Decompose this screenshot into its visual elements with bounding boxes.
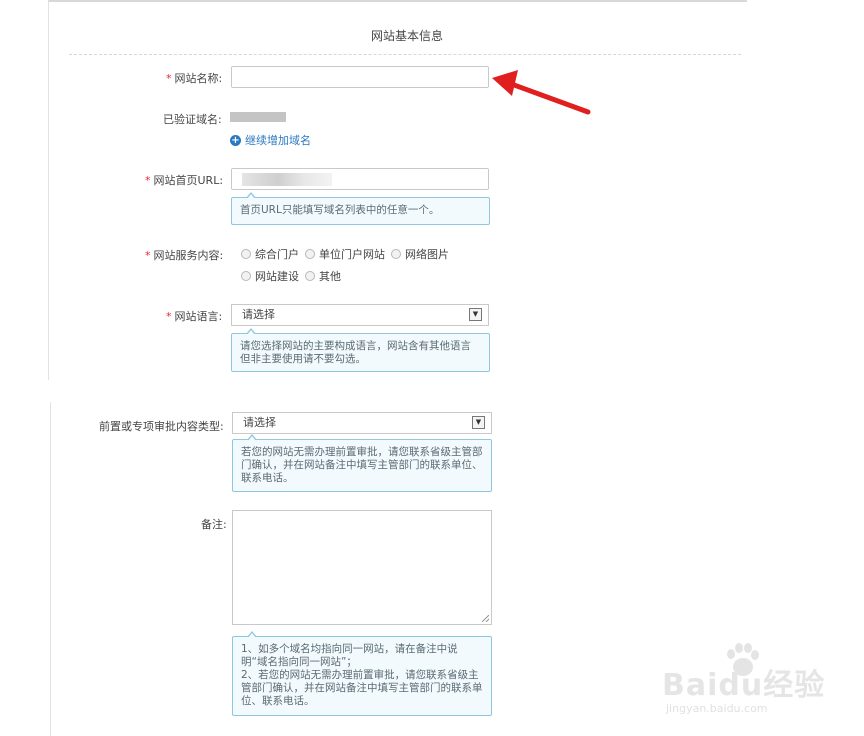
service-option-label: 网络图片 — [405, 248, 449, 261]
radio-icon — [391, 249, 401, 259]
service-content-label-text: 网站服务内容: — [153, 249, 224, 262]
homepage-url-label: * 网站首页URL: — [145, 172, 223, 188]
approval-type-tip: 若您的网站无需办理前置审批，请您联系省级主管部门确认，并在网站备注中填写主管部门… — [232, 434, 492, 492]
radio-icon — [241, 249, 251, 259]
homepage-url-tip: 首页URL只能填写域名列表中的任意一个。 — [231, 192, 490, 225]
site-language-selected: 请选择 — [242, 308, 275, 321]
site-name-label: * 网站名称: — [166, 70, 222, 86]
approval-type-selected: 请选择 — [243, 416, 276, 429]
radio-icon — [305, 249, 315, 259]
required-mark: * — [145, 249, 151, 262]
radio-icon — [305, 271, 315, 281]
homepage-url-label-text: 网站首页URL: — [153, 174, 224, 187]
verified-domain-label: 已验证域名: — [163, 113, 222, 126]
resize-grip-icon[interactable] — [482, 615, 489, 622]
site-name-input[interactable] — [231, 66, 489, 88]
watermark-url: jingyan.baidu.com — [666, 702, 768, 715]
radio-icon — [241, 271, 251, 281]
baidu-watermark: Baidu经验 jingyan.baidu.com — [660, 640, 824, 730]
remarks-tip: 1、如多个域名均指向同一网站，请在备注中说明“域名指向同一网站”； 2、若您的网… — [232, 631, 492, 716]
required-mark: * — [166, 310, 172, 323]
remarks-tip-line-2: 2、若您的网站无需办理前置审批，请您联系省级主管部门确认，并在网站备注中填写主管… — [241, 669, 483, 707]
service-option-label: 单位门户网站 — [319, 248, 385, 261]
site-language-select[interactable]: 请选择 ▼ — [231, 304, 489, 326]
service-option-network-images[interactable]: 网络图片 — [391, 246, 449, 262]
service-option-portal[interactable]: 综合门户 — [241, 246, 299, 262]
homepage-url-redacted — [242, 173, 332, 186]
remarks-textarea[interactable] — [232, 510, 492, 625]
plus-circle-icon: + — [230, 134, 241, 146]
site-language-tip: 请您选择网站的主要构成语言，网站含有其他语言但非主要使用请不要勾选。 — [231, 328, 490, 372]
service-option-label: 综合门户 — [255, 248, 299, 261]
service-option-other[interactable]: 其他 — [305, 268, 341, 284]
required-mark: * — [145, 174, 151, 187]
required-mark: * — [166, 72, 172, 85]
approval-type-select[interactable]: 请选择 ▼ — [232, 412, 492, 434]
dropdown-arrow-icon: ▼ — [472, 416, 485, 429]
red-arrow-annotation-icon — [492, 70, 591, 115]
dropdown-arrow-icon: ▼ — [469, 308, 482, 321]
add-domain-label: 继续增加域名 — [245, 134, 311, 147]
service-option-label: 网站建设 — [255, 270, 299, 283]
verified-domain-value-redacted — [230, 112, 286, 122]
remarks-label: 备注: — [201, 518, 227, 531]
homepage-url-input[interactable] — [231, 168, 489, 190]
service-option-label: 其他 — [319, 270, 341, 283]
service-option-site-building[interactable]: 网站建设 — [241, 268, 299, 284]
site-language-label: * 网站语言: — [166, 308, 222, 324]
watermark-brand: Baidu经验 — [662, 668, 826, 703]
approval-type-label: 前置或专项审批内容类型: — [99, 420, 224, 433]
site-language-label-text: 网站语言: — [174, 310, 223, 323]
approval-panel: 前置或专项审批内容类型: 请选择 ▼ 若您的网站无需办理前置审批，请您联系省级主… — [50, 402, 747, 736]
site-name-label-text: 网站名称: — [174, 72, 223, 85]
basic-info-panel: 网站基本信息 * 网站名称: 已验证域名: + 继续增加域名 * 网站首页URL: … — [48, 0, 747, 380]
add-domain-link[interactable]: + 继续增加域名 — [230, 132, 311, 148]
service-option-unit-portal[interactable]: 单位门户网站 — [305, 246, 385, 262]
remarks-tip-line-1: 1、如多个域名均指向同一网站，请在备注中说明“域名指向同一网站”； — [241, 643, 458, 668]
section-divider — [69, 54, 741, 55]
service-content-label: * 网站服务内容: — [145, 247, 223, 263]
section-title: 网站基本信息 — [371, 29, 444, 43]
